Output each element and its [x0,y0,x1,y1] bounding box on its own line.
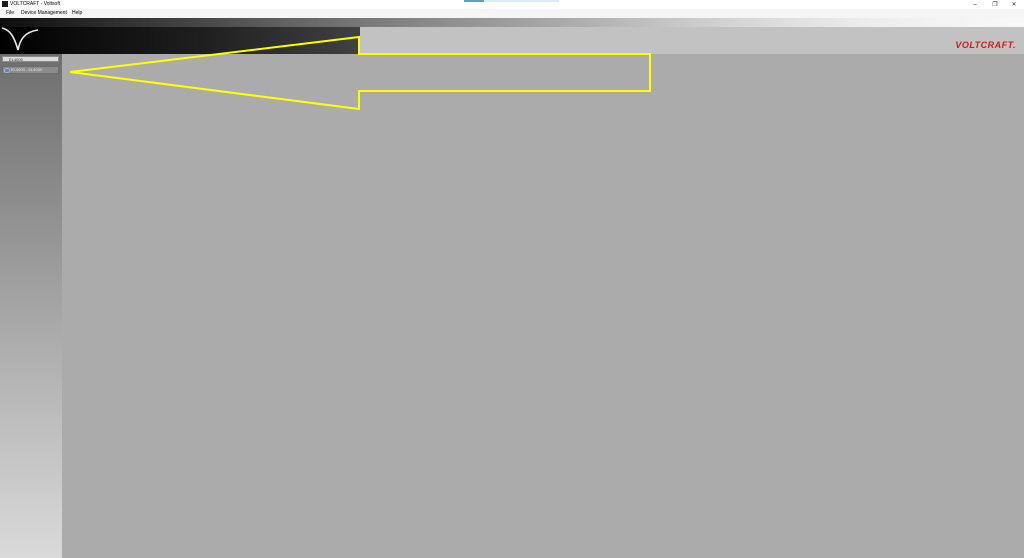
annotation-arrow [69,35,651,111]
yellow-arrow-shape [69,35,651,111]
